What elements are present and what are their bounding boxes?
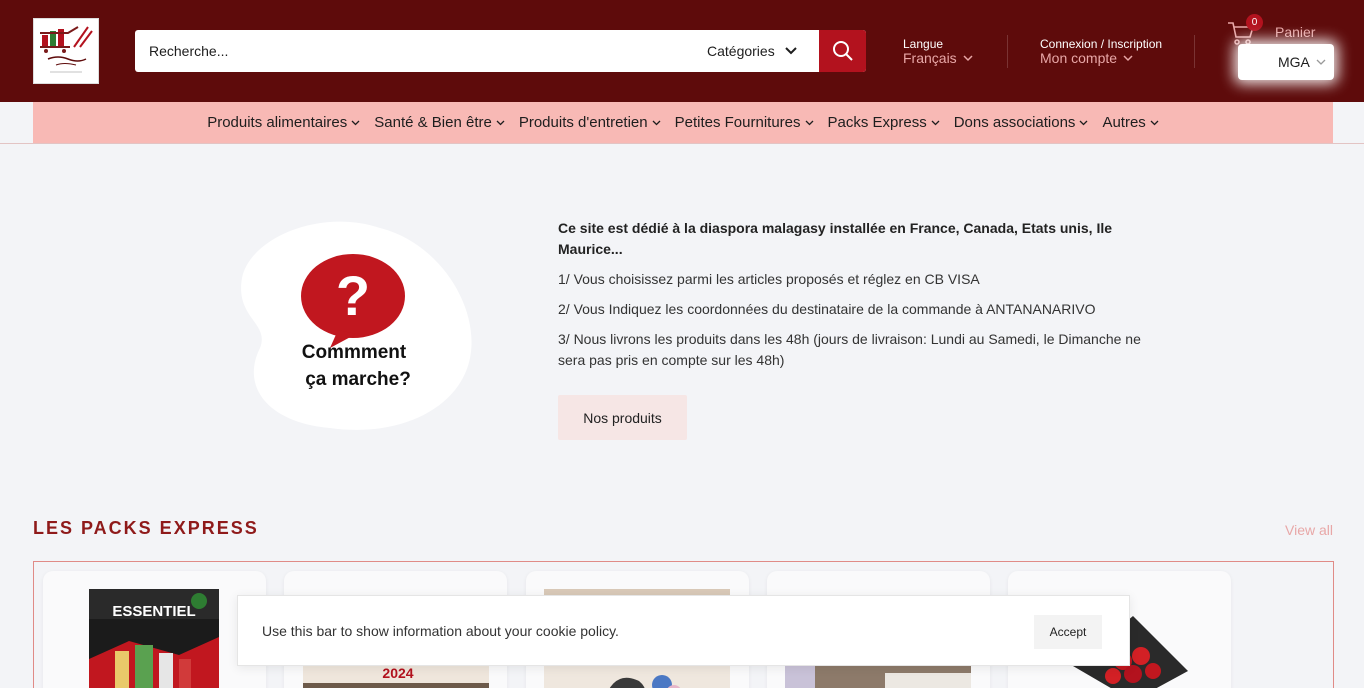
product-image: ESSENTIEL <box>89 589 219 688</box>
language-value: Français <box>903 50 957 66</box>
nav-item-label: Produits alimentaires <box>207 114 348 131</box>
nav-item-label: Petites Fournitures <box>674 114 801 131</box>
how-it-works-illustration: ? Commment ça marche? <box>241 221 472 430</box>
categories-label: Catégories <box>707 43 775 59</box>
cart-count-badge: 0 <box>1246 14 1263 31</box>
nav-item-dons-associations[interactable]: Dons associations <box>954 114 1089 131</box>
search-button[interactable] <box>819 30 866 72</box>
how-it-works-text: Ce site est dédié à la diaspora malagasy… <box>558 218 1148 380</box>
currency-value: MGA <box>1278 54 1310 70</box>
cart-logo-icon <box>40 26 93 73</box>
nav-item-packs-express[interactable]: Packs Express <box>828 114 940 131</box>
illustration-text-line2: ça marche? <box>305 369 411 390</box>
categories-dropdown[interactable]: Catégories <box>695 30 819 72</box>
site-header: Catégories Langue Français Connexion / I… <box>0 0 1364 102</box>
cookie-text: Use this bar to show information about y… <box>262 623 619 639</box>
currency-selector[interactable]: MGA <box>1238 44 1334 80</box>
illustration-text-line1: Commment <box>302 342 407 363</box>
nav-item-label: Santé & Bien être <box>374 114 492 131</box>
product-card[interactable]: ESSENTIEL <box>43 571 266 688</box>
accept-cookies-button[interactable]: Accept <box>1034 615 1102 649</box>
store-logo[interactable] <box>33 18 99 84</box>
chevron-down-icon <box>784 47 797 55</box>
category-nav: Produits alimentaires Santé & Bien être … <box>33 102 1333 143</box>
nav-divider <box>0 143 1364 144</box>
hero-step-2: 2/ Vous Indiquez les coordonnées du dest… <box>558 301 1096 317</box>
nav-item-sante-bien-etre[interactable]: Santé & Bien être <box>374 114 505 131</box>
cookie-bar: Use this bar to show information about y… <box>237 595 1130 666</box>
hero-lead: Ce site est dédié à la diaspora malagasy… <box>558 220 1113 257</box>
search-bar: Catégories <box>135 30 866 72</box>
our-products-button[interactable]: Nos produits <box>558 395 687 440</box>
chevron-down-icon <box>351 120 360 125</box>
nav-item-produits-entretien[interactable]: Produits d'entretien <box>519 114 661 131</box>
account-label: Connexion / Inscription <box>1040 37 1163 51</box>
nav-item-autres[interactable]: Autres <box>1102 114 1159 131</box>
search-input[interactable] <box>135 30 675 72</box>
chevron-down-icon <box>805 120 813 125</box>
hero-step-3: 3/ Nous livrons les produits dans les 48… <box>558 331 1141 368</box>
chevron-down-icon <box>652 120 661 125</box>
account-menu[interactable]: Connexion / Inscription Mon compte <box>1040 37 1162 65</box>
nav-item-label: Packs Express <box>827 114 927 131</box>
chevron-down-icon <box>1123 54 1133 61</box>
chevron-down-icon <box>1150 120 1159 125</box>
product-tag: ESSENTIEL <box>112 603 195 620</box>
section-title: LES PACKS EXPRESS <box>33 518 259 538</box>
chevron-down-icon <box>963 54 973 61</box>
nav-item-label: Autres <box>1102 114 1146 131</box>
language-selector[interactable]: Langue Français <box>903 37 973 65</box>
chevron-down-icon <box>931 120 940 125</box>
header-divider <box>1194 35 1195 68</box>
svg-text:?: ? <box>336 264 370 327</box>
account-value: Mon compte <box>1040 50 1118 66</box>
header-divider <box>1007 35 1008 68</box>
product-year: 2024 <box>382 665 413 681</box>
nav-item-label: Dons associations <box>953 114 1076 131</box>
nav-item-petites-fournitures[interactable]: Petites Fournitures <box>675 114 814 131</box>
nav-item-label: Produits d'entretien <box>518 114 648 131</box>
nav-item-produits-alimentaires[interactable]: Produits alimentaires <box>207 114 360 131</box>
cart-label[interactable]: Panier <box>1275 24 1315 40</box>
hero-step-1: 1/ Vous choisissez parmi les articles pr… <box>558 271 980 287</box>
chevron-down-icon <box>1079 120 1088 125</box>
view-all-link[interactable]: View all <box>1285 522 1333 538</box>
language-label: Langue <box>903 37 944 51</box>
search-icon <box>832 41 853 61</box>
chevron-down-icon <box>1316 59 1326 65</box>
chevron-down-icon <box>496 120 505 125</box>
